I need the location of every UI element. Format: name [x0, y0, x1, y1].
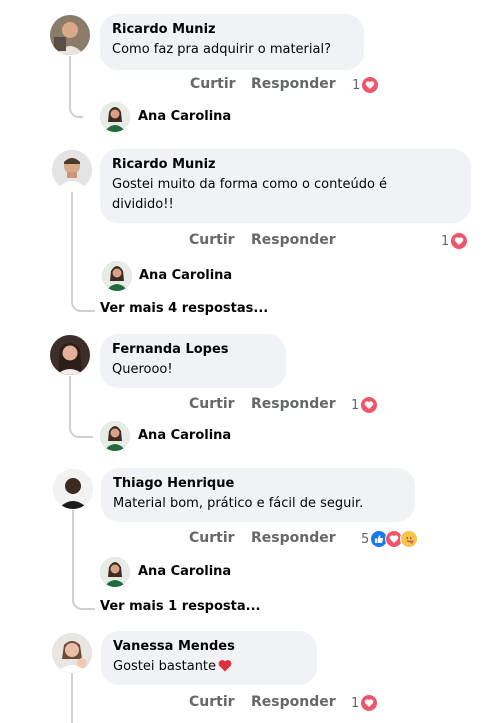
comment-bubble: Ricardo Muniz Como faz pra adquirir o ma… [100, 14, 364, 70]
reaction-count: 1 [351, 397, 360, 413]
like-button[interactable]: Curtir [189, 694, 235, 710]
comment-author[interactable]: Fernanda Lopes [112, 341, 274, 358]
reply-button[interactable]: Responder [251, 232, 336, 248]
reaction-count: 1 [441, 233, 450, 249]
comment-author[interactable]: Ricardo Muniz [112, 21, 352, 38]
red-heart-emoji-icon [218, 660, 232, 672]
comment-text: Querooo! [112, 362, 173, 377]
thread-line [71, 673, 73, 723]
thread-line [69, 56, 71, 106]
like-button[interactable]: Curtir [189, 232, 235, 248]
heart-reaction-icon [360, 694, 379, 712]
thread-line [71, 192, 73, 292]
reaction-count: 1 [352, 77, 361, 93]
comment-bubble: Ricardo Muniz Gostei muito da forma como… [100, 149, 471, 223]
comment-author[interactable]: Thiago Henrique [113, 475, 403, 492]
reply-button[interactable]: Responder [251, 76, 336, 92]
avatar[interactable] [100, 421, 130, 451]
avatar[interactable] [50, 15, 90, 55]
like-button[interactable]: Curtir [190, 76, 236, 92]
comment-bubble: Thiago Henrique Material bom, prático e … [101, 468, 415, 522]
heart-reaction-icon [450, 232, 469, 250]
heart-reaction-icon [361, 76, 380, 94]
avatar[interactable] [102, 261, 132, 291]
thread-line [69, 376, 71, 426]
reply-button[interactable]: Responder [251, 530, 336, 546]
avatar[interactable] [50, 335, 90, 375]
comment-text: dividido!! [112, 197, 174, 212]
thread-connector [69, 100, 83, 118]
comment-text: Material bom, prático e fácil de seguir. [113, 496, 364, 511]
avatar[interactable] [52, 633, 92, 673]
reaction-summary[interactable]: 1 [351, 396, 379, 414]
heart-reaction-icon [360, 396, 379, 414]
thread-connector [69, 420, 93, 438]
comment-text: Gostei muito da forma como o conteúdo é [112, 177, 388, 192]
reply-author[interactable]: Ana Carolina [139, 268, 232, 283]
reaction-summary[interactable]: 1 [441, 232, 469, 250]
comment-author[interactable]: Ricardo Muniz [112, 156, 459, 173]
care-reaction-icon [400, 530, 419, 548]
view-more-replies-link[interactable]: Ver mais 4 respostas... [100, 301, 268, 316]
reply-author[interactable]: Ana Carolina [138, 564, 231, 579]
reply-author[interactable]: Ana Carolina [138, 109, 231, 124]
comment-text: Como faz pra adquirir o material? [112, 42, 331, 57]
reaction-count: 1 [351, 695, 360, 711]
comment-text-body: Gostei bastante [113, 659, 217, 674]
reply-button[interactable]: Responder [251, 396, 336, 412]
like-button[interactable]: Curtir [189, 530, 235, 546]
reaction-summary[interactable]: 1 [352, 76, 380, 94]
comment-bubble: Vanessa Mendes Gostei bastante [101, 631, 317, 685]
reaction-count: 5 [361, 531, 370, 547]
comment-bubble: Fernanda Lopes Querooo! [100, 334, 286, 388]
reply-author[interactable]: Ana Carolina [138, 428, 231, 443]
reply-button[interactable]: Responder [251, 694, 336, 710]
view-more-replies-link[interactable]: Ver mais 1 resposta... [100, 599, 260, 614]
comment-text: Gostei bastante [113, 657, 305, 677]
thread-connector [72, 592, 95, 610]
thread-line [72, 510, 74, 598]
thread-connector [71, 286, 95, 312]
avatar[interactable] [100, 102, 130, 132]
reaction-summary[interactable]: 1 [351, 694, 379, 712]
like-button[interactable]: Curtir [189, 396, 235, 412]
avatar[interactable] [52, 150, 92, 190]
reaction-summary[interactable]: 5 [361, 530, 419, 548]
avatar[interactable] [53, 469, 93, 509]
comment-author[interactable]: Vanessa Mendes [113, 638, 305, 655]
avatar[interactable] [100, 557, 130, 587]
